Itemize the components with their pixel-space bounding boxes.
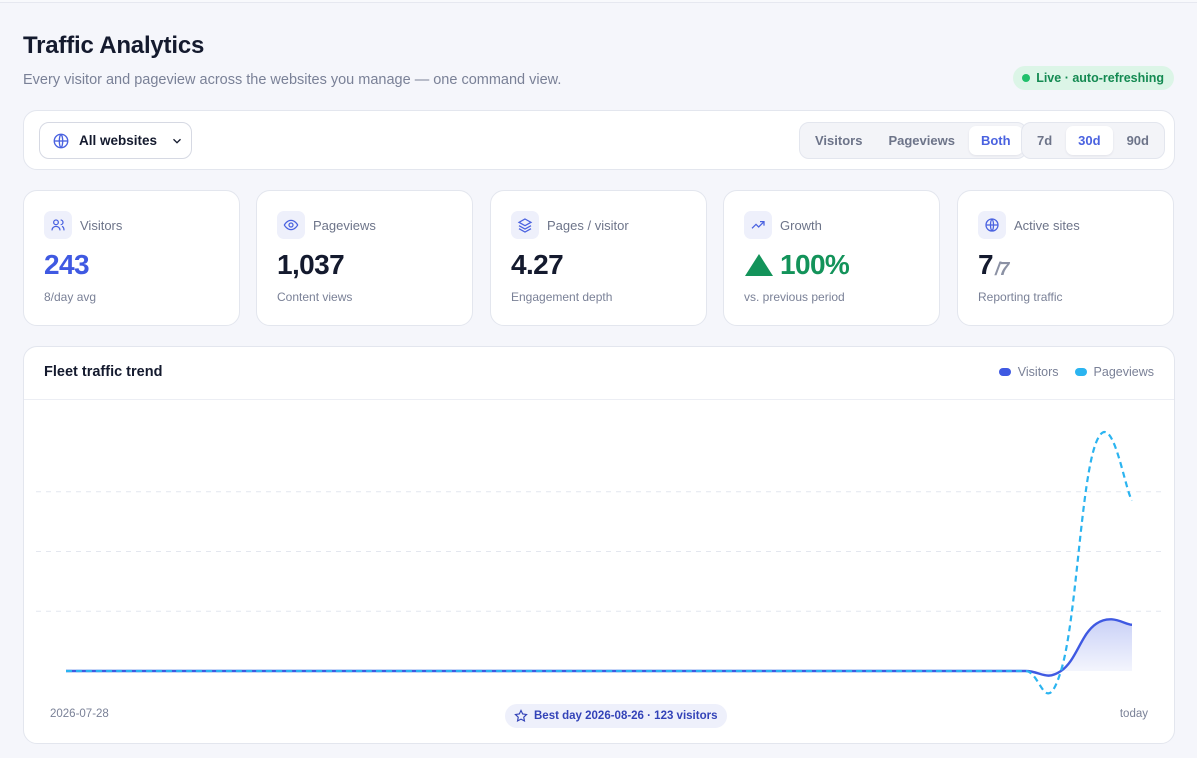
stat-card-visitors: Visitors 243 8/day avg [23,190,240,326]
globe-icon [53,133,69,148]
legend-label: Pageviews [1093,365,1154,379]
stat-value: 1,037 [277,249,345,280]
live-badge-label: Live · auto-refreshing [1036,71,1164,85]
stat-value: 4.27 [511,249,564,280]
visitors-area [66,619,1132,676]
website-select[interactable]: All websites [39,122,192,159]
trend-chart [36,430,1162,695]
legend-label: Visitors [1017,365,1059,379]
stat-label: Pages / visitor [547,218,629,233]
chevron-down-icon [170,134,184,148]
stat-value-total: /7 [994,258,1009,279]
users-icon [44,211,72,239]
page-title: Traffic Analytics [23,32,205,59]
x-axis-start-label: 2026-07-28 [50,708,109,720]
layers-icon [511,211,539,239]
chart-legend: Visitors Pageviews [998,365,1154,379]
website-select-label: All websites [79,133,158,148]
stat-label: Growth [780,218,822,233]
visitors-line [65,618,1133,677]
pageviews-line [65,430,1133,695]
stat-subtext: Content views [277,290,353,304]
live-status-badge: Live · auto-refreshing [1013,66,1174,90]
stat-label: Visitors [80,218,123,233]
legend-item-visitors[interactable]: Visitors [998,365,1059,379]
best-day-badge: Best day 2026-08-26 · 123 visitors [505,704,728,728]
filter-toolbar: All websites Visitors Pageviews Both 7d … [23,110,1175,170]
range-option-90d[interactable]: 90d [1115,126,1161,155]
traffic-trend-card: Fleet traffic trend Visitors Pageviews 2… [23,346,1175,744]
stat-label: Pageviews [313,218,376,233]
stat-value: 243 [44,249,90,280]
eye-icon [277,211,305,239]
range-option-7d[interactable]: 7d [1025,126,1064,155]
stat-value: 100% [780,249,850,280]
page-subtitle: Every visitor and pageview across the we… [23,72,562,88]
range-option-30d[interactable]: 30d [1066,126,1113,155]
stat-label: Active sites [1014,218,1080,233]
legend-item-pageviews[interactable]: Pageviews [1074,365,1154,379]
stat-subtext: 8/day avg [44,290,97,304]
stat-value-row: 7 /7 [978,249,1009,281]
top-divider [0,0,1197,3]
mode-option-both[interactable]: Both [968,126,1023,155]
stat-card-active-sites: Active sites 7 /7 Reporting traffic [957,190,1174,326]
stat-subtext: vs. previous period [744,290,845,304]
stat-card-pageviews: Pageviews 1,037 Content views [256,190,473,326]
live-dot-icon [1022,74,1031,82]
legend-swatch-pageviews [1074,368,1087,376]
date-range-toggle: 7d 30d 90d [1021,122,1165,159]
x-axis-end-label: today [1119,708,1148,720]
stat-card-pages-per-visitor: Pages / visitor 4.27 Engagement depth [490,190,707,326]
chart-title: Fleet traffic trend [44,364,163,380]
stat-subtext: Reporting traffic [978,290,1063,304]
trending-up-icon [744,211,772,239]
mode-option-pageviews[interactable]: Pageviews [876,126,967,155]
stat-value: 7 [978,249,994,280]
star-icon [514,709,528,723]
best-day-label: Best day 2026-08-26 · 123 visitors [534,710,718,722]
metric-mode-toggle: Visitors Pageviews Both [799,122,1027,159]
globe-icon [978,211,1006,239]
triangle-up-icon [745,254,773,276]
stat-card-growth: Growth 100% vs. previous period [723,190,940,326]
stat-subtext: Engagement depth [511,290,613,304]
stat-value-row: 100% [744,249,850,281]
mode-option-visitors[interactable]: Visitors [803,126,874,155]
legend-swatch-visitors [998,368,1011,376]
